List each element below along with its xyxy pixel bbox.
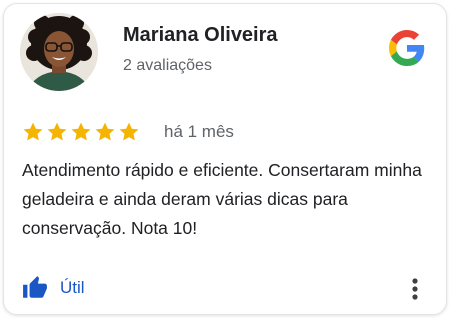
review-time: há 1 mês — [164, 122, 234, 141]
avatar — [20, 13, 98, 91]
star-icon — [23, 122, 43, 141]
google-g-icon — [389, 30, 425, 66]
reviewer-name[interactable]: Mariana Oliveira — [123, 24, 278, 47]
star-icon — [95, 122, 115, 141]
review-card: Mariana Oliveira 2 avaliações há 1 mês A… — [3, 3, 447, 315]
star-icon — [47, 122, 67, 141]
useful-label: Útil — [60, 278, 85, 297]
useful-button[interactable]: Útil — [22, 275, 85, 301]
thumbs-up-icon — [23, 276, 47, 298]
star-rating — [22, 121, 140, 143]
review-count: 2 avaliações — [123, 57, 212, 74]
star-icon — [119, 122, 139, 141]
more-vert-icon[interactable] — [404, 276, 426, 302]
review-text: Atendimento rápido e eficiente. Conserta… — [22, 160, 422, 238]
star-icon — [71, 122, 91, 141]
